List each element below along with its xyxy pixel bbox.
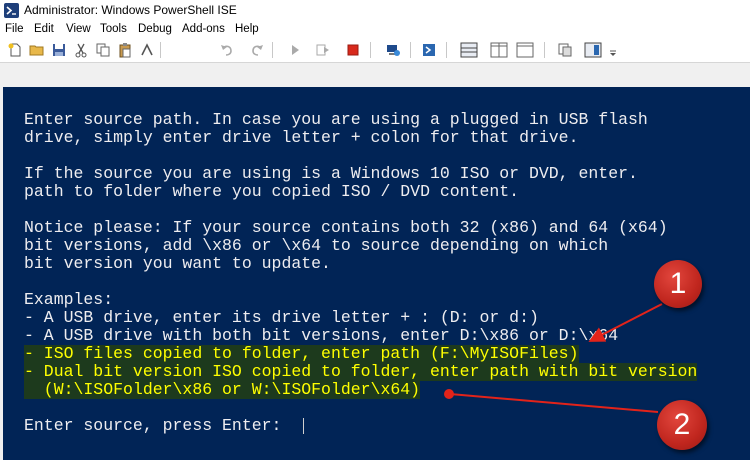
callout-badge-2: 2 [657, 400, 707, 450]
callout-1-arrow [588, 303, 663, 342]
callout-2-arrow [449, 393, 659, 413]
annotation-arrows [444, 303, 663, 413]
callout-badge-1: 1 [654, 260, 702, 308]
callout-2-arrow-dot [444, 389, 454, 399]
